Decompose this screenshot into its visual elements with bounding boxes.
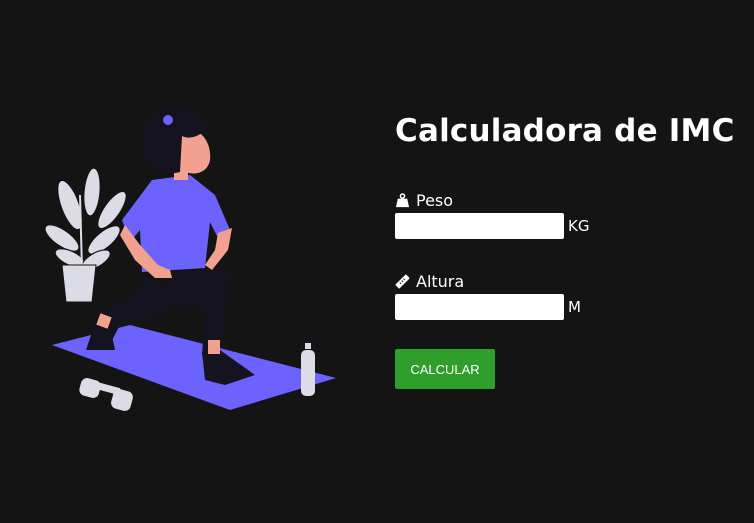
plant-icon xyxy=(44,167,127,271)
altura-input[interactable] xyxy=(395,294,564,320)
weight-icon xyxy=(395,193,410,208)
altura-label: Altura xyxy=(395,272,464,291)
altura-label-text: Altura xyxy=(416,272,465,291)
peso-label-text: Peso xyxy=(416,191,454,210)
person-arm-right xyxy=(205,228,232,270)
imc-calculator-page: Calculadora de IMC Peso KG Altura M CALC… xyxy=(0,0,754,523)
peso-unit: KG xyxy=(568,217,590,235)
water-bottle-icon xyxy=(301,343,315,396)
altura-unit: M xyxy=(568,298,581,316)
ruler-icon xyxy=(395,274,410,289)
calcular-button[interactable]: CALCULAR xyxy=(395,349,495,389)
page-title: Calculadora de IMC xyxy=(395,113,735,149)
plant-pot xyxy=(61,264,97,303)
peso-label: Peso xyxy=(395,191,453,210)
dumbbell-icon xyxy=(79,378,133,411)
peso-input[interactable] xyxy=(395,213,564,239)
workout-illustration xyxy=(44,107,336,411)
